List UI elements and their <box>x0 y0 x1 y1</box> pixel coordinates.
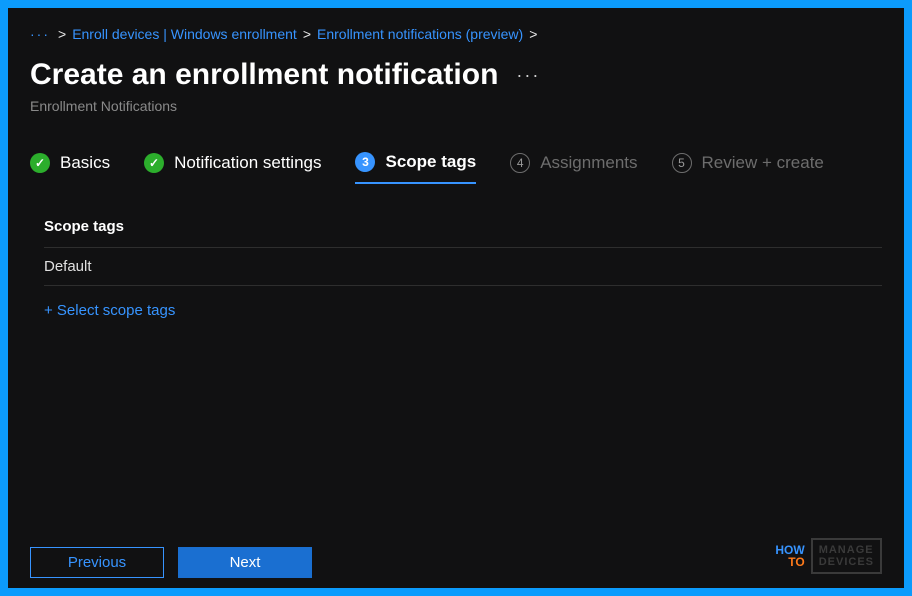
title-row: Create an enrollment notification ··· <box>30 58 882 92</box>
checkmark-icon: ✓ <box>30 153 50 173</box>
step-number-icon: 5 <box>672 153 692 173</box>
breadcrumb: ··· > Enroll devices | Windows enrollmen… <box>30 26 882 42</box>
page-title: Create an enrollment notification <box>30 58 498 92</box>
watermark-manage-devices: MANAGE DEVICES <box>811 538 882 574</box>
checkmark-icon: ✓ <box>144 153 164 173</box>
app-frame: ··· > Enroll devices | Windows enrollmen… <box>8 8 904 588</box>
tab-basics[interactable]: ✓ Basics <box>30 153 110 183</box>
footer-actions: Previous Next <box>30 547 882 578</box>
watermark-howto: HOW TO <box>775 544 804 568</box>
tab-scope-tags[interactable]: 3 Scope tags <box>355 152 476 184</box>
tab-notification-settings[interactable]: ✓ Notification settings <box>144 153 321 183</box>
tab-label: Notification settings <box>174 153 321 173</box>
section-heading-scope-tags: Scope tags <box>44 218 882 235</box>
breadcrumb-overflow[interactable]: ··· <box>30 26 52 42</box>
tab-review-create[interactable]: 5 Review + create <box>672 153 824 183</box>
more-actions-icon[interactable]: ··· <box>516 65 540 86</box>
step-number-icon: 4 <box>510 153 530 173</box>
breadcrumb-link-enrollment-notifications[interactable]: Enrollment notifications (preview) <box>317 26 523 42</box>
tab-label: Assignments <box>540 153 637 173</box>
breadcrumb-separator: > <box>303 26 311 42</box>
breadcrumb-separator: > <box>58 26 66 42</box>
tab-label: Basics <box>60 153 110 173</box>
step-number-icon: 3 <box>355 152 375 172</box>
tab-assignments[interactable]: 4 Assignments <box>510 153 637 183</box>
breadcrumb-separator: > <box>529 26 537 42</box>
tab-label: Review + create <box>702 153 824 173</box>
select-scope-tags-link[interactable]: + Select scope tags <box>44 302 175 319</box>
wizard-tabs: ✓ Basics ✓ Notification settings 3 Scope… <box>30 152 882 184</box>
scope-tag-row[interactable]: Default <box>44 247 882 286</box>
tab-label: Scope tags <box>385 152 476 172</box>
breadcrumb-link-enroll-devices[interactable]: Enroll devices | Windows enrollment <box>72 26 297 42</box>
next-button[interactable]: Next <box>178 547 312 578</box>
previous-button[interactable]: Previous <box>30 547 164 578</box>
watermark-logo: HOW TO MANAGE DEVICES <box>775 538 882 574</box>
page-subtitle: Enrollment Notifications <box>30 98 882 114</box>
content-area: Scope tags Default + Select scope tags <box>30 218 882 588</box>
